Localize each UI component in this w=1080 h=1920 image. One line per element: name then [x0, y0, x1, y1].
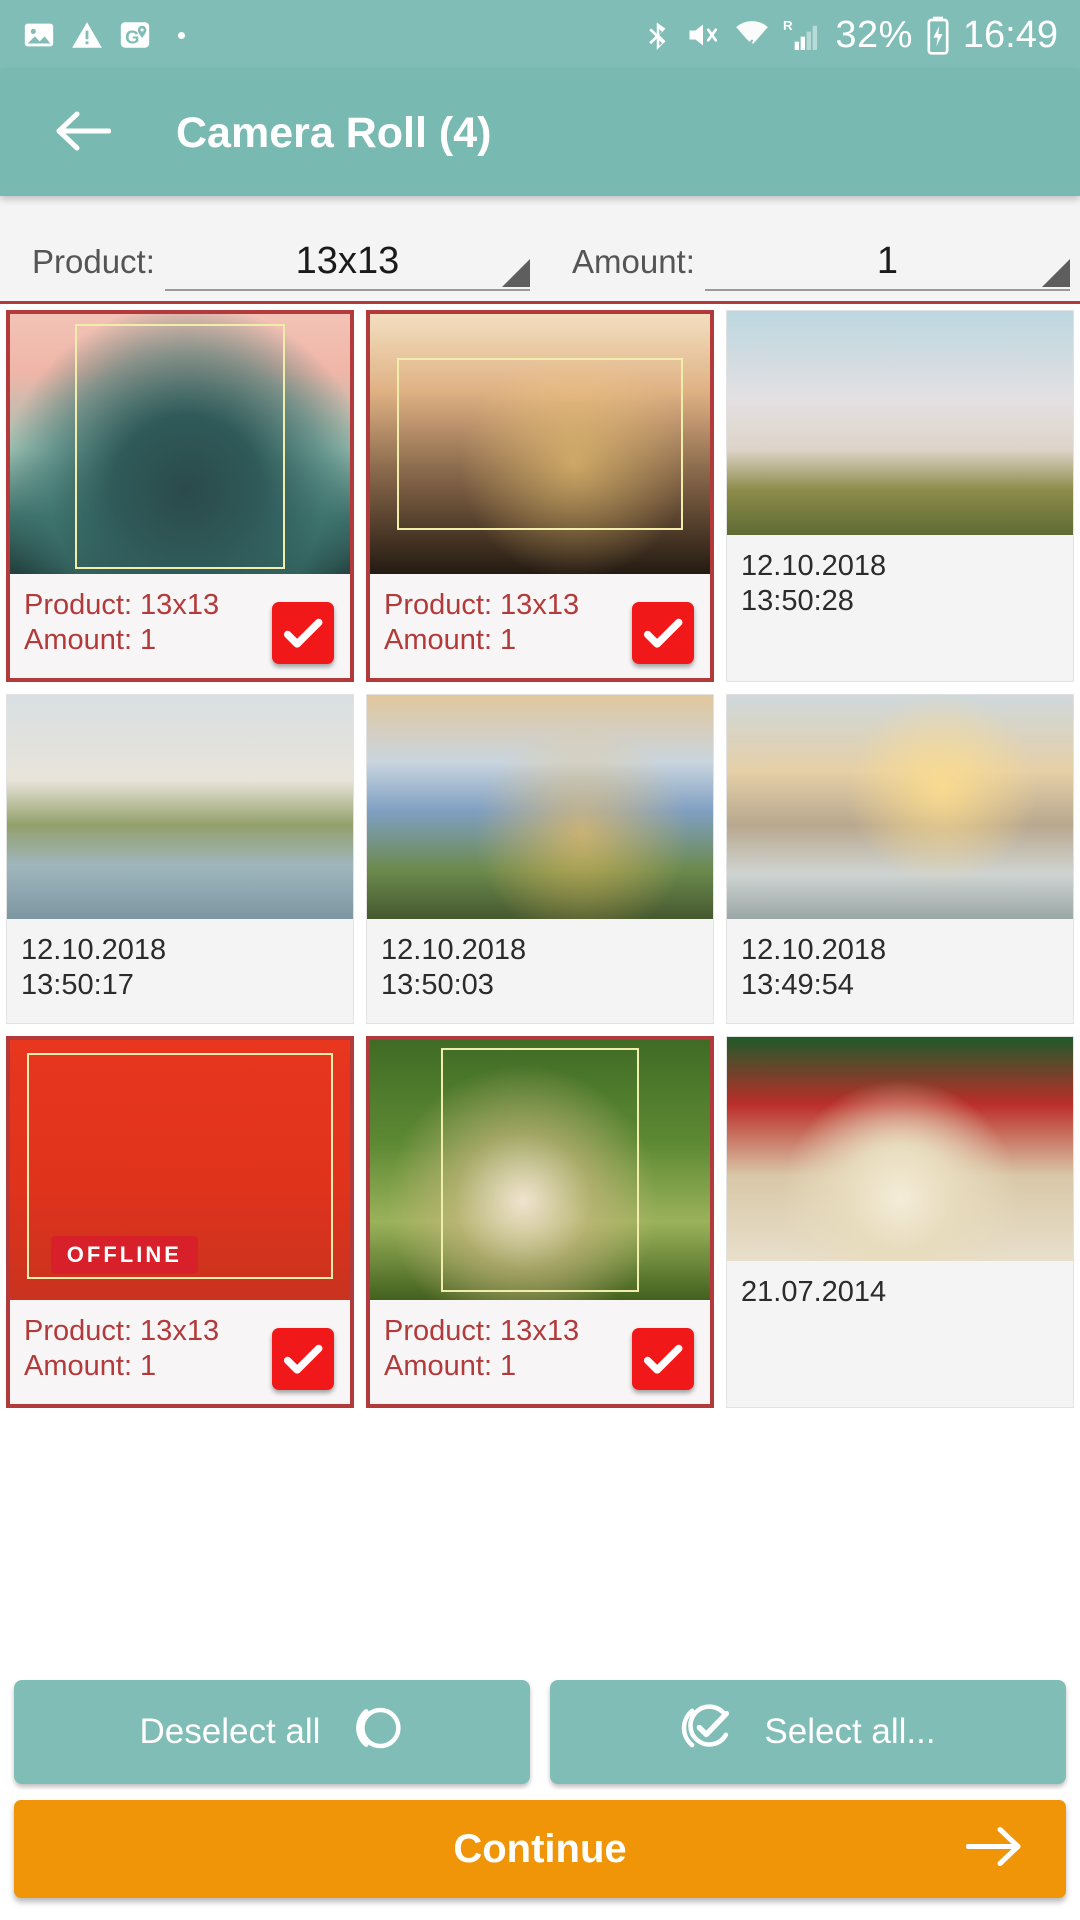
- spinner-dropdown-icon: [1042, 259, 1070, 287]
- photo-thumbnail: [370, 1040, 710, 1300]
- photo-image: [727, 1037, 1073, 1261]
- status-bar: G R 32% 16:49: [0, 0, 1080, 70]
- photo-cell[interactable]: Product: 13x13 Amount: 1: [6, 310, 354, 682]
- photo-caption: Product: 13x13 Amount: 1: [10, 1300, 350, 1404]
- caption-date-line: 12.10.2018: [21, 934, 167, 966]
- selected-check-icon[interactable]: [272, 1328, 334, 1390]
- photo-grid-scroll[interactable]: Product: 13x13 Amount: 1 Product: 13x13 Amo…: [0, 304, 1080, 1672]
- amount-spinner[interactable]: 1: [704, 235, 1070, 291]
- selected-check-icon[interactable]: [632, 1328, 694, 1390]
- photo-caption: Product: 13x13 Amount: 1: [10, 574, 350, 678]
- photo-cell[interactable]: 12.10.2018 13:50:17: [6, 694, 354, 1024]
- select-all-button[interactable]: Select all...: [550, 1680, 1066, 1784]
- continue-row: Continue: [0, 1790, 1080, 1920]
- offline-overlay-label: OFFLINE: [50, 1236, 198, 1274]
- amount-spinner-value: 1: [876, 240, 899, 282]
- photo-caption: 12.10.2018 13:50:17: [7, 919, 353, 1023]
- product-label: Product:: [32, 243, 155, 280]
- status-bar-right-icons: R 32% 16:49: [643, 15, 1058, 55]
- deselect-all-button[interactable]: Deselect all: [14, 1680, 530, 1784]
- notification-dot-icon: [178, 31, 185, 39]
- photo-cell[interactable]: OFFLINE Product: 13x13 Amount: 1: [6, 1036, 354, 1408]
- arrow-left-icon: [55, 108, 112, 159]
- spinner-dropdown-icon: [502, 259, 530, 287]
- photo-caption: 12.10.2018 13:49:54: [727, 919, 1073, 1023]
- photo-thumbnail: [367, 695, 713, 919]
- amount-label: Amount:: [572, 243, 695, 280]
- app-bar: Camera Roll (4): [0, 70, 1080, 196]
- photo-caption: 12.10.2018 13:50:03: [367, 919, 713, 1023]
- photo-thumbnail: [727, 695, 1073, 919]
- battery-charging-icon: [925, 15, 951, 55]
- caption-time-line: 13:50:03: [381, 969, 494, 1002]
- product-spinner[interactable]: 13x13: [164, 235, 530, 291]
- select-all-label: Select all...: [764, 1712, 936, 1751]
- photo-caption: Product: 13x13 Amount: 1: [370, 1300, 710, 1404]
- caption-date-line: 12.10.2018: [381, 934, 527, 966]
- photo-cell[interactable]: 12.10.2018 13:50:28: [726, 310, 1074, 682]
- photo-cell[interactable]: 21.07.2014: [726, 1036, 1074, 1408]
- photo-cell[interactable]: Product: 13x13 Amount: 1: [366, 1036, 714, 1408]
- photo-caption: 21.07.2014: [727, 1261, 1073, 1365]
- screen-root: G R 32% 16:49 Camera Roll (4) Product: 1…: [0, 0, 1080, 1920]
- caption-date-line: 21.07.2014: [741, 1276, 887, 1308]
- maps-icon: G: [118, 18, 152, 52]
- photo-cell[interactable]: Product: 13x13 Amount: 1: [366, 310, 714, 682]
- product-amount-bar: Product: 13x13 Amount: 1: [0, 196, 1080, 304]
- selected-check-icon[interactable]: [272, 602, 334, 664]
- photo-image: [7, 695, 353, 919]
- amount-selector-group: Amount: 1: [540, 235, 1080, 291]
- bluetooth-icon: [643, 16, 673, 54]
- back-button[interactable]: [52, 102, 114, 164]
- photo-thumbnail: [370, 314, 710, 574]
- caption-date-line: 12.10.2018: [741, 934, 887, 966]
- photo-cell[interactable]: 12.10.2018 13:50:03: [366, 694, 714, 1024]
- photo-thumbnail: [727, 311, 1073, 535]
- image-icon: [22, 18, 56, 52]
- circle-outline-icon: [350, 1701, 404, 1764]
- battery-percent-label: 32%: [835, 14, 913, 56]
- selection-action-row: Deselect all Select all...: [0, 1672, 1080, 1790]
- product-spinner-value: 13x13: [295, 240, 400, 282]
- vibrate-mute-icon: [685, 16, 721, 54]
- photo-thumbnail: OFFLINE: [10, 1040, 350, 1300]
- wifi-icon: [733, 16, 771, 54]
- photo-image: [727, 695, 1073, 919]
- signal-roaming-icon: R: [783, 15, 823, 55]
- photo-grid: Product: 13x13 Amount: 1 Product: 13x13 Amo…: [6, 310, 1074, 1408]
- photo-image: [370, 314, 710, 574]
- page-title: Camera Roll (4): [176, 108, 492, 157]
- photo-image: [727, 311, 1073, 535]
- check-circle-icon: [680, 1701, 734, 1764]
- photo-caption: 12.10.2018 13:50:28: [727, 535, 1073, 639]
- warning-icon: [70, 18, 104, 52]
- photo-image: OFFLINE: [10, 1040, 350, 1300]
- photo-thumbnail: [7, 695, 353, 919]
- photo-caption: Product: 13x13 Amount: 1: [370, 574, 710, 678]
- photo-image: [370, 1040, 710, 1300]
- photo-cell[interactable]: 12.10.2018 13:49:54: [726, 694, 1074, 1024]
- photo-image: [367, 695, 713, 919]
- selected-check-icon[interactable]: [632, 602, 694, 664]
- caption-date-line: 12.10.2018: [741, 550, 887, 582]
- photo-image: [10, 314, 350, 574]
- caption-time-line: 13:50:28: [741, 585, 854, 618]
- continue-button[interactable]: Continue: [14, 1800, 1066, 1898]
- svg-text:R: R: [783, 18, 793, 33]
- arrow-right-icon: [965, 1824, 1022, 1875]
- product-selector-group: Product: 13x13: [0, 235, 540, 291]
- deselect-all-label: Deselect all: [139, 1712, 321, 1751]
- photo-thumbnail: [727, 1037, 1073, 1261]
- caption-time-line: 13:49:54: [741, 969, 854, 1002]
- photo-thumbnail: [10, 314, 350, 574]
- status-bar-clock: 16:49: [962, 14, 1058, 56]
- continue-label: Continue: [453, 1826, 627, 1871]
- caption-time-line: 13:50:17: [21, 969, 134, 1002]
- svg-text:G: G: [125, 27, 139, 48]
- status-bar-left-icons: G: [22, 18, 185, 52]
